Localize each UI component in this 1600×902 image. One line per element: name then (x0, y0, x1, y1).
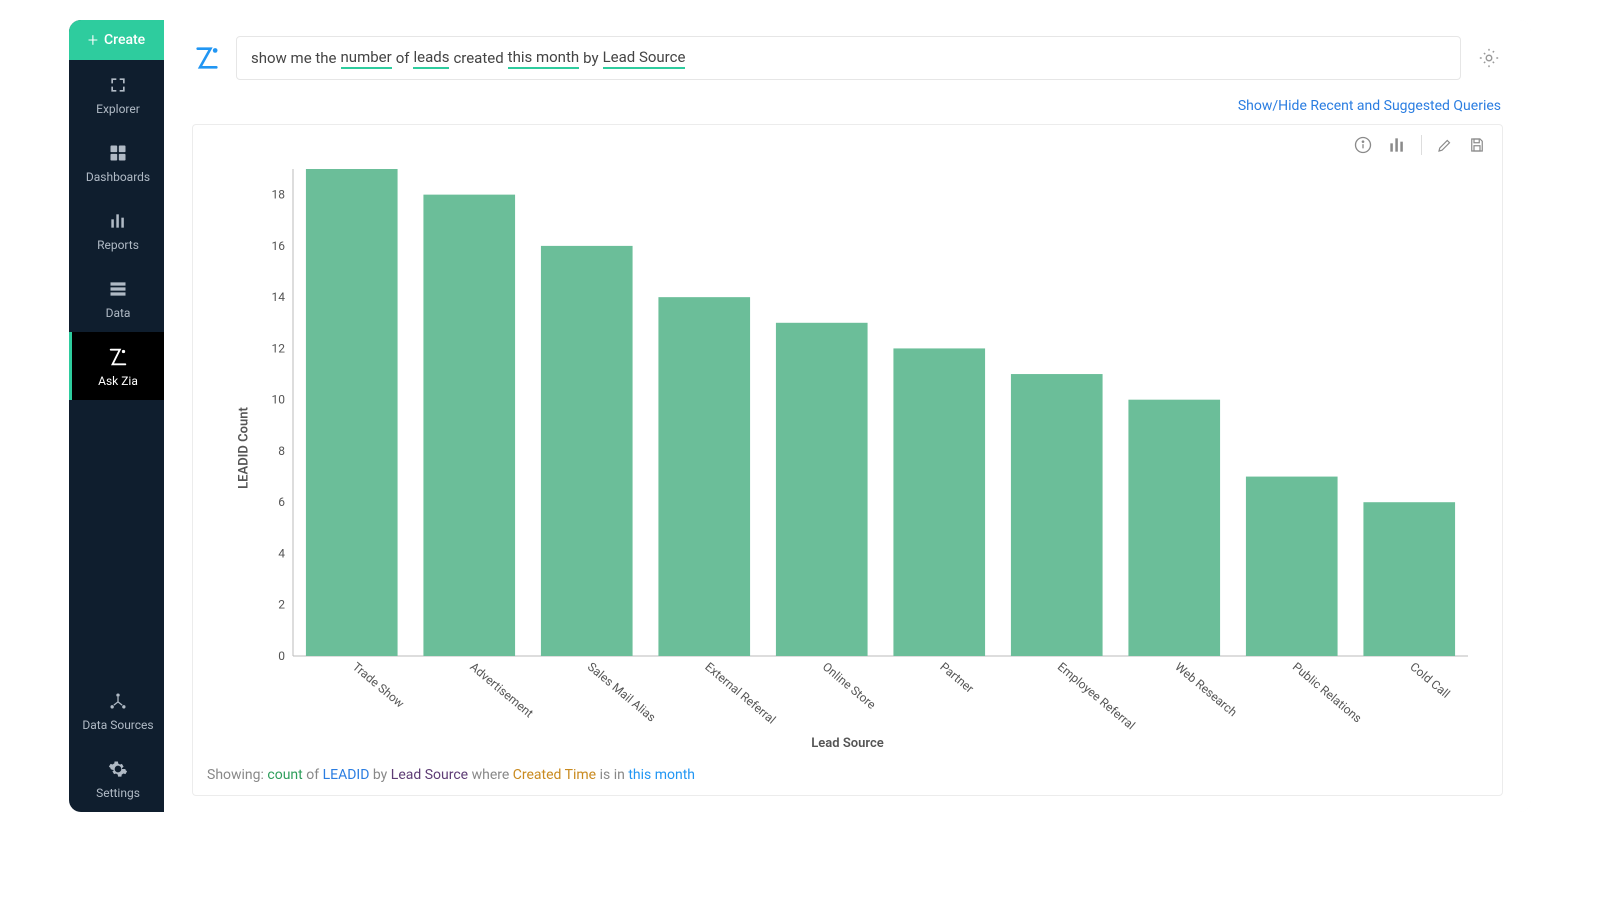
sidebar-item-dashboards[interactable]: Dashboards (69, 128, 164, 196)
showing-count: count (267, 767, 302, 783)
app-frame: + Create Explorer Dashboards Reports (69, 20, 1531, 812)
svg-text:4: 4 (278, 546, 285, 560)
bar[interactable] (1363, 502, 1455, 656)
sidebar-label: Settings (96, 786, 140, 800)
sidebar-label: Dashboards (86, 170, 150, 184)
showing-createdtime: Created Time (513, 767, 596, 783)
svg-text:14: 14 (272, 290, 286, 304)
sidebar-item-data[interactable]: Data (69, 264, 164, 332)
data-icon (107, 278, 129, 300)
dashboards-icon (107, 142, 129, 164)
info-icon[interactable] (1353, 135, 1373, 155)
main-content: show me the number of leads created this… (164, 20, 1531, 812)
nav-items: Explorer Dashboards Reports Data (69, 60, 164, 812)
bar[interactable] (423, 195, 515, 656)
save-icon[interactable] (1468, 136, 1486, 154)
nav-bottom: Data Sources Settings (69, 676, 164, 812)
settings-icon (107, 758, 129, 780)
query-token: created (453, 49, 503, 67)
query-token: of (396, 49, 410, 67)
svg-text:16: 16 (272, 239, 286, 253)
sidebar-item-settings[interactable]: Settings (69, 744, 164, 812)
chart-toolbar (193, 125, 1502, 159)
zia-logo-icon (192, 43, 222, 73)
svg-text:10: 10 (272, 393, 286, 407)
chart-card: LEADID Count 0 2 4 6 8 10 12 14 16 18 Trade Show Ad… (192, 124, 1503, 796)
x-tick-label: Web Research (1172, 660, 1239, 720)
svg-text:8: 8 (278, 444, 285, 458)
sidebar-label: Ask Zia (98, 374, 138, 388)
x-tick-label: Partner (937, 660, 976, 696)
query-token: Lead Source (603, 48, 686, 69)
toolbar-separator (1421, 135, 1422, 155)
showing-where: where (472, 767, 510, 783)
showing-leadid: LEADID (323, 767, 370, 783)
bar[interactable] (893, 348, 985, 656)
query-input[interactable]: show me the number of leads created this… (236, 36, 1461, 80)
svg-text:18: 18 (272, 188, 286, 202)
query-token: by (583, 49, 598, 67)
query-token: leads (413, 48, 449, 69)
x-tick-label: External Referral (702, 660, 778, 727)
sidebar-label: Reports (97, 238, 139, 252)
x-tick-label: Online Store (820, 660, 879, 712)
bar[interactable] (1246, 477, 1338, 656)
sidebar-item-explorer[interactable]: Explorer (69, 60, 164, 128)
bar[interactable] (541, 246, 633, 656)
bar[interactable] (306, 169, 398, 656)
zia-icon (107, 346, 129, 368)
bar[interactable] (658, 297, 750, 656)
bar[interactable] (1128, 400, 1220, 656)
x-tick-label: Employee Referral (1055, 660, 1138, 733)
x-tick-label: Advertisement (467, 660, 536, 721)
showing-of: of (306, 767, 319, 783)
svg-text:6: 6 (278, 495, 285, 509)
showing-thismonth: this month (628, 767, 695, 783)
showing-leadsource: Lead Source (391, 767, 468, 783)
reports-icon (107, 210, 129, 232)
chart-type-icon[interactable] (1387, 135, 1407, 155)
y-axis-label: LEADID Count (236, 407, 251, 489)
show-hide-queries-link[interactable]: Show/Hide Recent and Suggested Queries (194, 98, 1501, 114)
bar[interactable] (1011, 374, 1103, 656)
query-token: number (341, 48, 392, 69)
edit-icon[interactable] (1436, 136, 1454, 154)
bar[interactable] (776, 323, 868, 656)
sidebar-item-askzia[interactable]: Ask Zia (69, 332, 164, 400)
datasources-icon (107, 690, 129, 712)
sidebar-item-datasources[interactable]: Data Sources (69, 676, 164, 744)
svg-text:2: 2 (278, 598, 285, 612)
sidebar-label: Data (106, 306, 131, 320)
sidebar-label: Explorer (96, 102, 140, 116)
sidebar-label: Data Sources (82, 718, 153, 732)
bar-chart: 0 2 4 6 8 10 12 14 16 18 Trade Show Advertisement Sa… (253, 159, 1478, 736)
sidebar: + Create Explorer Dashboards Reports (69, 20, 164, 812)
x-tick-label: Trade Show (350, 660, 407, 711)
svg-text:12: 12 (272, 341, 286, 355)
query-row: show me the number of leads created this… (192, 36, 1503, 80)
plus-icon: + (88, 30, 98, 51)
explorer-icon (107, 74, 129, 96)
svg-text:0: 0 (278, 649, 285, 663)
x-tick-label: Cold Call (1407, 660, 1452, 701)
showing-prefix: Showing: (207, 767, 264, 783)
chart-area: LEADID Count 0 2 4 6 8 10 12 14 16 18 Trade Show Ad… (193, 159, 1502, 736)
showing-isin: is in (600, 767, 625, 783)
settings-gear-icon[interactable] (1475, 44, 1503, 72)
create-button[interactable]: + Create (69, 20, 164, 60)
x-tick-label: Sales Mail Alias (585, 660, 659, 725)
x-axis-label: Lead Source (193, 736, 1502, 757)
x-tick-label: Public Relations (1290, 660, 1365, 726)
create-label: Create (104, 32, 145, 48)
query-token: show me the (251, 49, 337, 67)
showing-by: by (373, 767, 387, 783)
sidebar-item-reports[interactable]: Reports (69, 196, 164, 264)
showing-summary: Showing: count of LEADID by Lead Source … (193, 757, 1502, 795)
query-token: this month (508, 48, 579, 69)
